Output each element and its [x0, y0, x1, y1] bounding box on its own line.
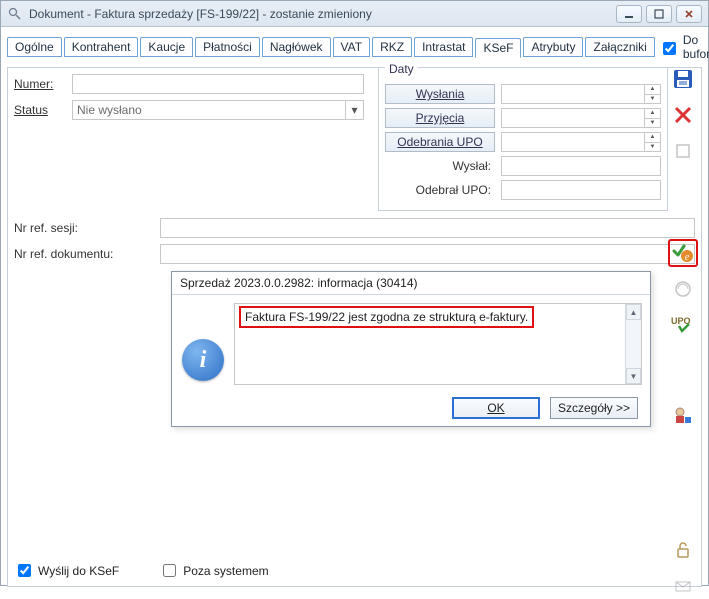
wyslij-do-ksef-input[interactable] [18, 564, 31, 577]
daty-odebrania-upo-button[interactable]: Odebrania UPO [385, 132, 495, 152]
poza-systemem-label: Poza systemem [183, 564, 268, 578]
spin-down-icon[interactable]: ▼ [645, 143, 660, 152]
spin-up-icon[interactable]: ▲ [645, 85, 660, 95]
daty-wyslania-button[interactable]: Wysłania [385, 84, 495, 104]
bottom-checks: Wyślij do KSeF Poza systemem [14, 561, 269, 580]
info-icon: i [182, 339, 224, 381]
dialog-scrollbar[interactable]: ▲ ▼ [625, 304, 641, 384]
side-toolbox: e UPO [668, 65, 698, 599]
tab-kaucje[interactable]: Kaucje [140, 37, 193, 57]
tab-kontrahent[interactable]: Kontrahent [64, 37, 139, 57]
tab-vat[interactable]: VAT [333, 37, 371, 57]
daty-legend: Daty [385, 62, 418, 76]
tab-zalaczniki[interactable]: Załączniki [585, 37, 654, 57]
close-button[interactable] [676, 5, 702, 23]
refs-group: Nr ref. sesji: Nr ref. dokumentu: [14, 218, 695, 270]
scroll-up-icon[interactable]: ▲ [626, 304, 641, 320]
tab-naglowek[interactable]: Nagłówek [262, 37, 331, 57]
scroll-down-icon[interactable]: ▼ [626, 368, 641, 384]
numer-input[interactable] [72, 74, 364, 94]
chevron-down-icon[interactable]: ▾ [345, 101, 363, 119]
tab-row: Ogólne Kontrahent Kaucje Płatności Nagłó… [7, 33, 702, 61]
minimize-button[interactable] [616, 5, 642, 23]
spin-down-icon[interactable]: ▼ [645, 119, 660, 128]
status-label: Status [14, 103, 66, 117]
dialog-title: Sprzedaż 2023.0.0.2982: informacja (3041… [172, 272, 650, 295]
daty-przyjecia-button[interactable]: Przyjęcia [385, 108, 495, 128]
delete-button[interactable] [668, 101, 698, 129]
daty-odebral-upo-label: Odebrał UPO: [385, 183, 495, 197]
daty-wyslania-spinner[interactable]: ▲▼ [501, 84, 661, 104]
wyslij-do-ksef-label: Wyślij do KSeF [38, 564, 119, 578]
daty-wyslal-label: Wysłał: [385, 159, 495, 173]
spin-up-icon[interactable]: ▲ [645, 133, 660, 143]
spin-up-icon[interactable]: ▲ [645, 109, 660, 119]
titlebar: Dokument - Faktura sprzedaży [FS-199/22]… [1, 1, 708, 27]
do-bufora-checkbox[interactable]: Do bufora [659, 33, 709, 61]
save-button[interactable] [668, 65, 698, 93]
maximize-button[interactable] [646, 5, 672, 23]
app-window: Dokument - Faktura sprzedaży [FS-199/22]… [0, 0, 709, 586]
do-bufora-input[interactable] [663, 42, 676, 55]
tab-atrybuty[interactable]: Atrybuty [523, 37, 583, 57]
nr-ref-dokumentu-input[interactable] [160, 244, 695, 264]
daty-odebrania-upo-spinner[interactable]: ▲▼ [501, 132, 661, 152]
tab-ksef[interactable]: KSeF [475, 38, 521, 58]
left-form: Numer: Status Nie wysłano ▾ [14, 74, 364, 126]
tab-ogolne[interactable]: Ogólne [7, 37, 62, 57]
nr-ref-sesji-input[interactable] [160, 218, 695, 238]
spin-down-icon[interactable]: ▼ [645, 95, 660, 104]
disabled-tool-1 [668, 137, 698, 165]
globe-refresh-button [668, 275, 698, 303]
validate-einvoice-button[interactable]: e [668, 239, 698, 267]
document-icon [7, 6, 23, 22]
user-tool-button[interactable] [668, 401, 698, 429]
daty-przyjecia-spinner[interactable]: ▲▼ [501, 108, 661, 128]
lock-button[interactable] [668, 535, 698, 563]
wyslij-do-ksef-checkbox[interactable]: Wyślij do KSeF [14, 561, 119, 580]
window-controls [616, 5, 702, 23]
nr-ref-sesji-label: Nr ref. sesji: [14, 221, 154, 235]
numer-label: Numer: [14, 77, 66, 91]
tab-platnosci[interactable]: Płatności [195, 37, 260, 57]
poza-systemem-input[interactable] [163, 564, 176, 577]
disabled-tool-2 [668, 571, 698, 599]
daty-group: Daty Wysłania ▲▼ Przyjęcia ▲▼ Odebrania … [378, 68, 668, 211]
info-dialog: Sprzedaż 2023.0.0.2982: informacja (3041… [171, 271, 651, 427]
daty-wyslal-input[interactable] [501, 156, 661, 176]
upo-button[interactable]: UPO [668, 311, 698, 339]
status-combo[interactable]: Nie wysłano ▾ [72, 100, 364, 120]
tab-intrastat[interactable]: Intrastat [414, 37, 473, 57]
poza-systemem-checkbox[interactable]: Poza systemem [159, 561, 268, 580]
ok-button[interactable]: OK [452, 397, 540, 419]
svg-text:e: e [685, 252, 690, 263]
details-button[interactable]: Szczegóły >> [550, 397, 638, 419]
nr-ref-dokumentu-label: Nr ref. dokumentu: [14, 247, 154, 261]
tab-rkz[interactable]: RKZ [372, 37, 412, 57]
status-value: Nie wysłano [73, 101, 345, 119]
window-title: Dokument - Faktura sprzedaży [FS-199/22]… [29, 7, 616, 21]
dialog-message-box: Faktura FS-199/22 jest zgodna ze struktu… [234, 303, 642, 385]
do-bufora-label: Do bufora [683, 33, 709, 61]
dialog-message: Faktura FS-199/22 jest zgodna ze struktu… [239, 306, 534, 328]
daty-odebral-upo-input[interactable] [501, 180, 661, 200]
